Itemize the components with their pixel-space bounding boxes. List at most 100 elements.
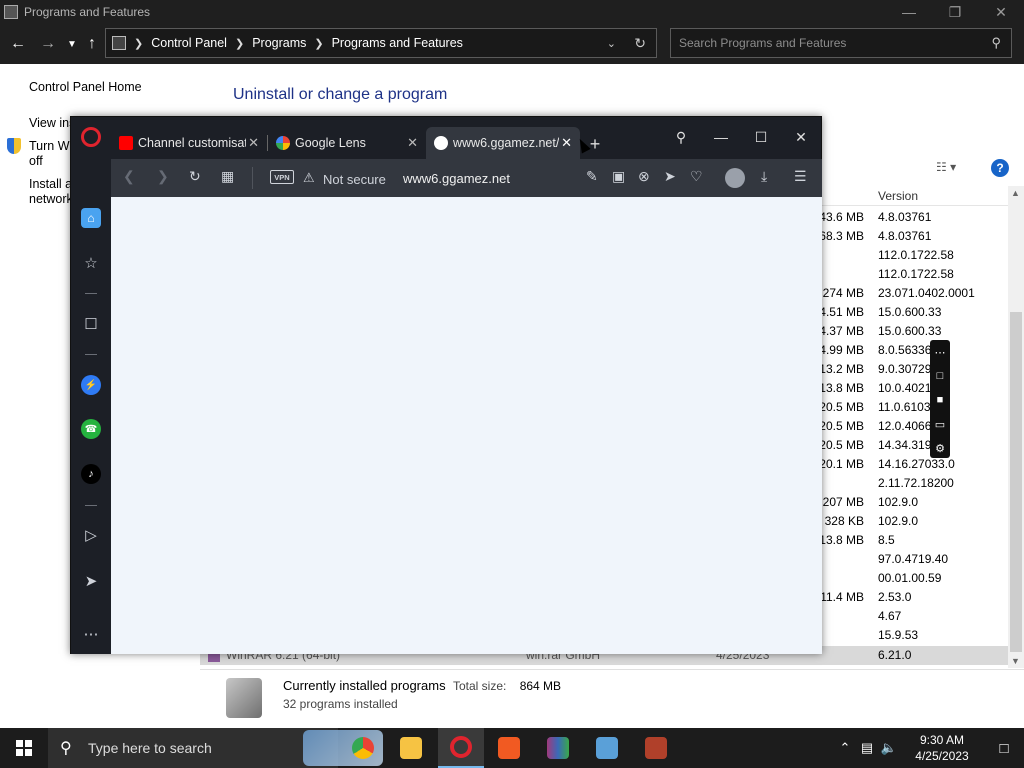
table-row[interactable]: 11.4 MB 2.53.0	[820, 588, 1008, 607]
shopping-bag-icon[interactable]: ☐	[81, 314, 101, 334]
file-explorer-taskbar-button[interactable]	[388, 728, 434, 768]
send-flow-icon[interactable]: ➤	[81, 571, 101, 591]
opera-logo-icon[interactable]	[81, 127, 101, 147]
table-row[interactable]: 20.1 MB 14.16.27033.0	[819, 455, 1008, 474]
volume-icon[interactable]: 🔈	[878, 740, 900, 756]
tab-ggamez[interactable]: www6.ggamez.net/? ✕	[426, 127, 580, 159]
clock[interactable]: 9:30 AM 4/25/2023	[900, 732, 984, 764]
table-row[interactable]: 68.3 MB 4.8.03761	[819, 227, 1008, 246]
messenger-icon[interactable]: ⚡	[81, 375, 101, 395]
table-row[interactable]: 274 MB 23.071.0402.0001	[822, 284, 1008, 303]
winrar-taskbar-button[interactable]	[535, 728, 581, 768]
close-tab-icon[interactable]: ✕	[561, 135, 572, 151]
table-row[interactable]: 97.0.4719.40	[822, 550, 1008, 569]
table-row[interactable]: 20.5 MB 12.0.40664	[819, 417, 1008, 436]
bookmarks-star-icon[interactable]: ☆	[81, 253, 101, 273]
close-tab-icon[interactable]: ✕	[407, 135, 418, 151]
control-panel-taskbar-button[interactable]	[584, 728, 630, 768]
refresh-icon[interactable]: ↻	[634, 35, 646, 52]
scroll-down-icon[interactable]: ▼	[1011, 656, 1020, 666]
camera-icon[interactable]: □	[930, 364, 950, 388]
recent-locations-chevron-icon[interactable]: ▼	[62, 34, 82, 54]
start-button[interactable]	[0, 728, 48, 768]
gear-icon[interactable]: ⚙	[930, 436, 950, 460]
up-arrow-icon[interactable]: ↑	[82, 34, 102, 54]
install-from-network-link[interactable]: Install a	[29, 177, 72, 191]
table-row[interactable]: 112.0.1722.58	[822, 265, 1008, 284]
table-row[interactable]: 2.11.72.18200	[822, 474, 1008, 493]
table-row[interactable]: 4.37 MB 15.0.600.33	[819, 322, 1008, 341]
game-taskbar-button[interactable]	[633, 728, 679, 768]
window-capture-icon[interactable]: ▭	[930, 412, 950, 436]
music-player-icon[interactable]: ▷	[81, 525, 101, 545]
vertical-scrollbar[interactable]: ▲ ▼	[1008, 186, 1024, 668]
link-icon[interactable]: ⋯	[930, 340, 950, 364]
table-row[interactable]: 13.2 MB 9.0.30729	[819, 360, 1008, 379]
opera-taskbar-button[interactable]	[438, 728, 484, 768]
notifications-icon[interactable]: □	[984, 740, 1024, 757]
minimize-button[interactable]: —	[701, 125, 741, 149]
table-row[interactable]: 4.51 MB 15.0.600.33	[819, 303, 1008, 322]
turn-windows-features-link-line2[interactable]: off	[29, 154, 43, 168]
whatsapp-icon[interactable]: ☎	[81, 419, 101, 439]
table-row[interactable]: 207 MB 102.9.0	[822, 493, 1008, 512]
table-row[interactable]: 328 KB 102.9.0	[822, 512, 1008, 531]
column-header-version[interactable]: Version	[878, 189, 918, 203]
table-row[interactable]: 4.99 MB 8.0.56336	[819, 341, 1008, 360]
url-field[interactable]: www6.ggamez.net	[403, 171, 510, 186]
install-from-network-link-line2[interactable]: network	[29, 192, 73, 206]
close-tab-icon[interactable]: ✕	[248, 135, 259, 151]
brave-taskbar-button[interactable]	[486, 728, 532, 768]
chevron-right-icon[interactable]: ❯	[134, 37, 143, 50]
taskbar-search-box[interactable]: ⚲ Type here to search	[48, 728, 383, 768]
show-hidden-icons-chevron-icon[interactable]: ⌃	[834, 740, 856, 756]
breadcrumb-control-panel[interactable]: Control Panel	[151, 36, 227, 50]
vpn-badge[interactable]: VPN	[270, 170, 294, 184]
send-icon[interactable]: ➤	[664, 168, 676, 185]
chrome-taskbar-button[interactable]	[340, 728, 386, 768]
snapshot-camera-icon[interactable]: ▣	[612, 168, 625, 185]
maximize-button[interactable]: ❐	[932, 0, 978, 24]
easy-setup-icon[interactable]: ☰	[794, 168, 807, 185]
table-row[interactable]: 4.67	[822, 607, 1008, 626]
table-row[interactable]: 20.5 MB 11.0.61030	[819, 398, 1008, 417]
heart-bookmark-icon[interactable]: ♡	[690, 168, 703, 185]
more-options-icon[interactable]: ⋯	[81, 624, 101, 644]
minimize-button[interactable]: —	[886, 0, 932, 24]
back-arrow-icon[interactable]: ←	[8, 34, 28, 54]
scrollbar-thumb[interactable]	[1010, 312, 1022, 652]
network-icon[interactable]: ▤	[856, 740, 878, 756]
breadcrumb-programs[interactable]: Programs	[252, 36, 306, 50]
warning-icon[interactable]: ⚠	[303, 170, 315, 186]
home-icon[interactable]: ⌂	[81, 208, 101, 228]
view-installed-updates-link[interactable]: View ins	[29, 116, 75, 130]
tab-youtube[interactable]: Channel customisati ✕	[111, 127, 267, 159]
reload-icon[interactable]: ↻	[189, 168, 201, 185]
table-row[interactable]: 15.9.53	[822, 626, 1008, 645]
tab-google-lens[interactable]: Google Lens ✕	[268, 127, 426, 159]
tab-grid-icon[interactable]: ▦	[221, 168, 234, 185]
close-button[interactable]: ✕	[978, 0, 1024, 24]
page-content[interactable]	[111, 197, 822, 654]
video-camera-icon[interactable]: ■	[930, 388, 950, 412]
table-row[interactable]: 112.0.1722.58	[822, 246, 1008, 265]
table-row[interactable]: 00.01.00.59	[822, 569, 1008, 588]
breadcrumb-programs-and-features[interactable]: Programs and Features	[332, 36, 463, 50]
chevron-down-icon[interactable]: ⌄	[607, 37, 616, 50]
search-input[interactable]: Search Programs and Features ⚲	[670, 28, 1012, 58]
forward-icon[interactable]: ❯	[157, 168, 169, 185]
scroll-up-icon[interactable]: ▲	[1011, 188, 1020, 198]
maximize-button[interactable]: ☐	[741, 125, 781, 149]
table-row[interactable]: 20.5 MB 14.34.3193	[819, 436, 1008, 455]
search-tabs-icon[interactable]: ⚲	[661, 125, 701, 149]
address-bar[interactable]: ❯ Control Panel ❯ Programs ❯ Programs an…	[105, 28, 657, 58]
help-icon[interactable]: ?	[991, 159, 1009, 177]
table-row[interactable]: 13.8 MB 10.0.40219	[819, 379, 1008, 398]
table-row[interactable]: 13.8 MB 8.5	[819, 531, 1008, 550]
view-options-icon[interactable]: ☷ ▾	[936, 160, 956, 174]
chevron-right-icon[interactable]: ❯	[314, 37, 323, 50]
control-panel-home-link[interactable]: Control Panel Home	[29, 80, 142, 94]
security-status[interactable]: Not secure	[323, 172, 386, 187]
back-icon[interactable]: ❮	[123, 168, 135, 185]
turn-windows-features-link[interactable]: Turn Wi	[29, 139, 72, 153]
